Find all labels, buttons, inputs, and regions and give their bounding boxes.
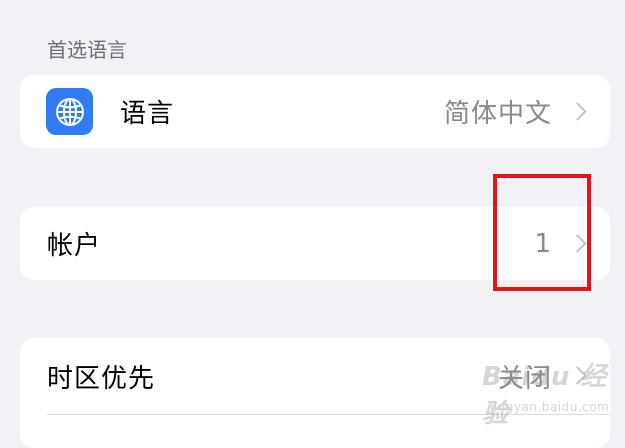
account-label: 帐户	[47, 231, 102, 261]
language-value: 简体中文	[443, 99, 552, 129]
annotation-highlight-box	[493, 174, 591, 291]
row-divider	[47, 414, 610, 415]
language-row[interactable]: 语言 简体中文	[20, 75, 610, 148]
globe-icon	[46, 88, 93, 135]
timezone-priority-label: 时区优先	[47, 363, 156, 394]
language-label: 语言	[120, 99, 175, 129]
chevron-right-icon	[568, 101, 587, 121]
section-header-preferred-language: 首选语言	[47, 38, 127, 62]
timezone-priority-value: 关闭	[497, 363, 552, 394]
timezone-priority-row[interactable]: 时区优先 关闭	[20, 338, 610, 414]
language-card: 语言 简体中文	[20, 75, 610, 148]
timezone-card: 时区优先 关闭	[20, 338, 610, 448]
chevron-right-icon	[568, 366, 587, 385]
